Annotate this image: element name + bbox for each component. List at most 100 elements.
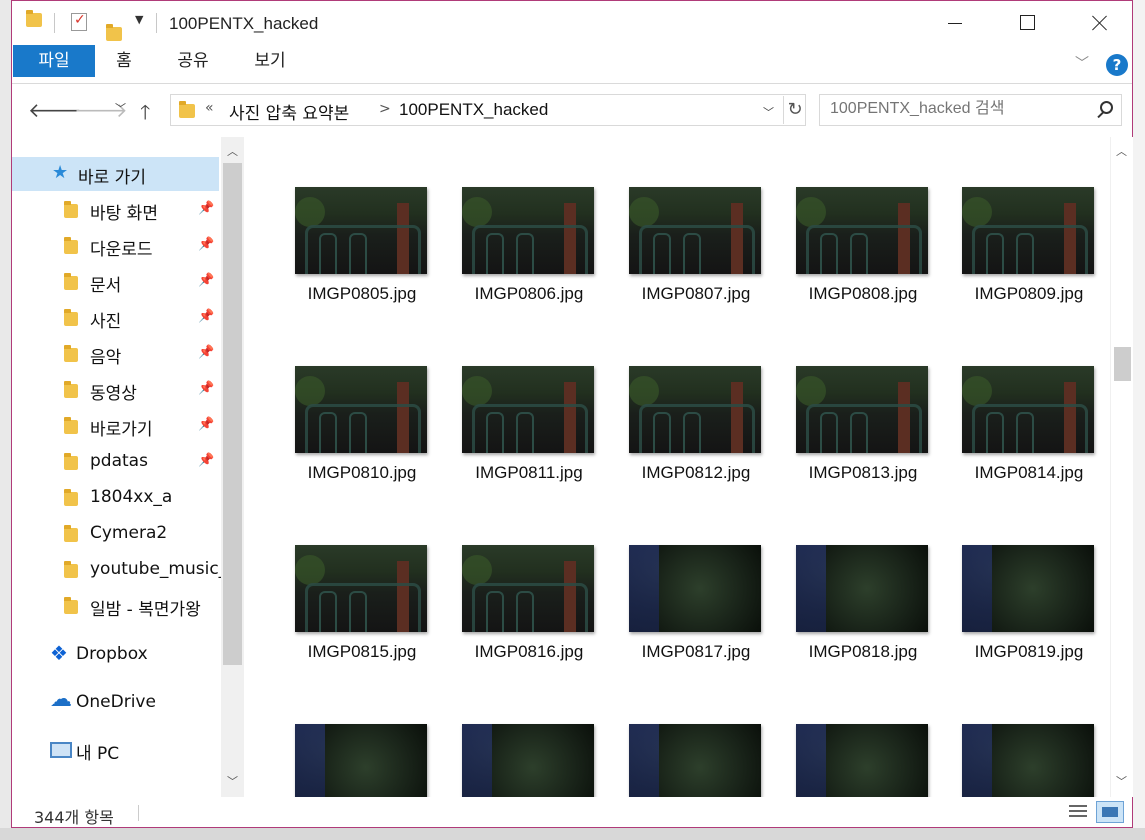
navigation-pane-scrollbar[interactable]: ︿ ﹀ xyxy=(221,137,244,797)
image-thumbnail[interactable] xyxy=(796,366,928,453)
search-input[interactable] xyxy=(830,100,1080,118)
image-thumbnail[interactable] xyxy=(295,545,427,632)
image-thumbnail[interactable] xyxy=(962,187,1094,274)
maximize-button[interactable] xyxy=(1004,1,1050,45)
file-tile[interactable] xyxy=(613,710,763,797)
tab-view[interactable]: 보기 xyxy=(244,45,296,77)
recent-locations-chevron-icon[interactable]: ﹀ xyxy=(115,100,126,116)
file-grid-scrollbar[interactable]: ︿ ﹀ xyxy=(1110,137,1133,797)
file-tile[interactable]: IMGP0807.jpg xyxy=(613,173,763,323)
image-thumbnail[interactable] xyxy=(462,724,594,797)
file-tile[interactable]: IMGP0819.jpg xyxy=(946,531,1096,681)
breadcrumb-item-current[interactable]: 100PENTX_hacked xyxy=(399,100,548,120)
file-tile[interactable]: IMGP0812.jpg xyxy=(613,352,763,502)
scrollbar-thumb[interactable] xyxy=(223,163,242,665)
sidebar-item-folder[interactable]: 음악 📌 xyxy=(12,337,218,371)
file-tile[interactable]: IMGP0815.jpg xyxy=(279,531,429,681)
image-thumbnail[interactable] xyxy=(796,187,928,274)
search-icon[interactable] xyxy=(1100,101,1113,114)
properties-icon[interactable]: ✓ xyxy=(71,12,87,31)
scrollbar-thumb[interactable] xyxy=(1114,347,1131,381)
image-thumbnail[interactable] xyxy=(962,724,1094,797)
address-history-dropdown-icon[interactable]: ﹀ xyxy=(763,104,774,120)
sidebar-item-folder[interactable]: Cymera2 xyxy=(12,517,218,551)
file-tile[interactable]: IMGP0811.jpg xyxy=(446,352,596,502)
scroll-down-icon[interactable]: ﹀ xyxy=(1116,773,1127,789)
file-tile[interactable]: IMGP0817.jpg xyxy=(613,531,763,681)
sidebar-item-folder[interactable]: 1804xx_a xyxy=(12,481,218,515)
sidebar-item-folder[interactable]: 바로가기 📌 xyxy=(12,409,218,443)
image-thumbnail[interactable] xyxy=(295,187,427,274)
file-tile[interactable]: IMGP0818.jpg xyxy=(780,531,930,681)
image-thumbnail[interactable] xyxy=(962,545,1094,632)
image-thumbnail[interactable] xyxy=(295,724,427,797)
help-icon[interactable]: ? xyxy=(1106,54,1128,76)
title-bar[interactable]: ✓ ▼ 100PENTX_hacked xyxy=(12,1,1132,45)
search-box[interactable] xyxy=(819,94,1122,126)
sidebar-item-folder[interactable]: 일밤 - 복면가왕 xyxy=(12,589,218,623)
sidebar-item-folder[interactable]: youtube_music_ xyxy=(12,553,227,587)
pin-icon[interactable]: 📌 xyxy=(198,381,214,396)
pin-icon[interactable]: 📌 xyxy=(198,345,214,360)
pin-icon[interactable]: 📌 xyxy=(198,453,214,468)
sidebar-item-folder[interactable]: 문서 📌 xyxy=(12,265,218,299)
sidebar-item-folder[interactable]: ❖ Dropbox xyxy=(12,638,218,672)
expand-ribbon-icon[interactable]: ﹀ xyxy=(1075,53,1089,73)
hidden-path-chevron[interactable]: « xyxy=(205,100,214,116)
breadcrumb-separator-icon[interactable]: > xyxy=(379,101,391,117)
sidebar-item-quick-access[interactable]: ★ 바로 가기 xyxy=(12,157,219,191)
tab-home[interactable]: 홈 xyxy=(100,45,148,77)
sidebar-item-folder[interactable]: 사진 📌 xyxy=(12,301,218,335)
sidebar-item-folder[interactable]: 동영상 📌 xyxy=(12,373,218,407)
image-thumbnail[interactable] xyxy=(796,545,928,632)
sidebar-item-folder[interactable]: ☁ OneDrive xyxy=(12,686,218,720)
sidebar-item-folder[interactable]: pdatas 📌 xyxy=(12,445,218,479)
details-view-icon[interactable] xyxy=(1067,803,1089,821)
image-thumbnail[interactable] xyxy=(462,366,594,453)
address-bar[interactable]: « 사진 압축 요약본 > 100PENTX_hacked ﹀ ↻ xyxy=(170,94,806,126)
pin-icon[interactable]: 📌 xyxy=(198,417,214,432)
new-folder-icon[interactable] xyxy=(106,24,122,41)
sidebar-item-folder[interactable]: 바탕 화면 📌 xyxy=(12,193,218,227)
close-button[interactable] xyxy=(1076,1,1122,45)
image-thumbnail[interactable] xyxy=(629,545,761,632)
file-tile[interactable]: IMGP0816.jpg xyxy=(446,531,596,681)
breadcrumb-item[interactable]: 사진 압축 요약본 xyxy=(229,99,349,124)
tab-file[interactable]: 파일 xyxy=(13,45,95,77)
file-tile[interactable]: IMGP0809.jpg xyxy=(946,173,1096,323)
pin-icon[interactable]: 📌 xyxy=(198,201,214,216)
tab-share[interactable]: 공유 xyxy=(167,45,219,77)
file-tile[interactable]: IMGP0808.jpg xyxy=(780,173,930,323)
file-tile[interactable] xyxy=(780,710,930,797)
folder-icon[interactable] xyxy=(26,10,42,27)
scroll-down-icon[interactable]: ﹀ xyxy=(227,773,238,789)
image-thumbnail[interactable] xyxy=(462,187,594,274)
image-thumbnail[interactable] xyxy=(629,724,761,797)
image-thumbnail[interactable] xyxy=(629,187,761,274)
sidebar-item-folder[interactable]: 다운로드 📌 xyxy=(12,229,218,263)
file-tile[interactable]: IMGP0813.jpg xyxy=(780,352,930,502)
image-thumbnail[interactable] xyxy=(796,724,928,797)
file-tile[interactable]: IMGP0814.jpg xyxy=(946,352,1096,502)
file-tile[interactable]: IMGP0810.jpg xyxy=(279,352,429,502)
image-thumbnail[interactable] xyxy=(629,366,761,453)
image-thumbnail[interactable] xyxy=(462,545,594,632)
quick-access-dropdown-icon[interactable]: ▼ xyxy=(135,13,143,26)
pin-icon[interactable]: 📌 xyxy=(198,273,214,288)
pin-icon[interactable]: 📌 xyxy=(198,237,214,252)
file-tile[interactable] xyxy=(279,710,429,797)
file-tile[interactable]: IMGP0805.jpg xyxy=(279,173,429,323)
file-tile[interactable]: IMGP0806.jpg xyxy=(446,173,596,323)
file-tile[interactable] xyxy=(946,710,1096,797)
large-icons-view-icon[interactable] xyxy=(1096,801,1124,823)
refresh-icon[interactable]: ↻ xyxy=(783,96,806,124)
scroll-up-icon[interactable]: ︿ xyxy=(1116,143,1127,159)
scroll-up-icon[interactable]: ︿ xyxy=(227,143,238,159)
sidebar-item-folder[interactable]: 내 PC xyxy=(12,733,218,767)
minimize-button[interactable] xyxy=(932,1,978,45)
up-arrow-icon[interactable]: 🡑 xyxy=(140,98,150,132)
file-tile[interactable] xyxy=(446,710,596,797)
image-thumbnail[interactable] xyxy=(295,366,427,453)
pin-icon[interactable]: 📌 xyxy=(198,309,214,324)
image-thumbnail[interactable] xyxy=(962,366,1094,453)
